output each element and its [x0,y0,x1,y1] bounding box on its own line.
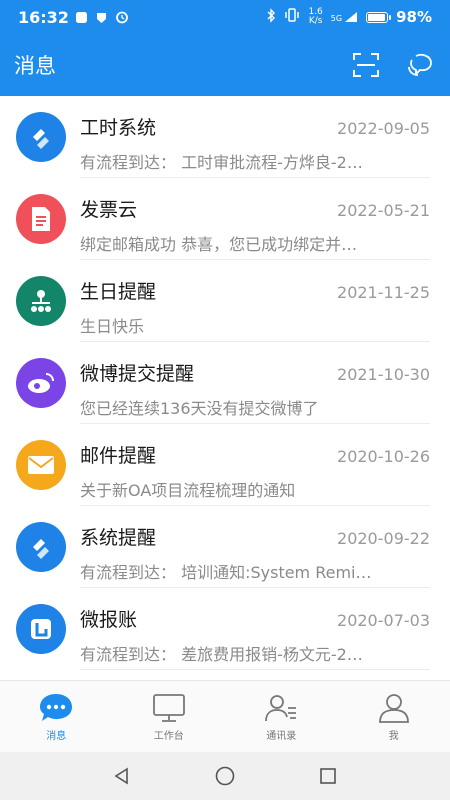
system-nav-bar [0,752,450,800]
contacts-icon [265,694,297,721]
avatar [16,604,66,654]
message-date: 2021-11-25 [337,283,430,302]
network-speed: 1.6 K/s [308,8,322,26]
avatar [16,358,66,408]
message-item-expense[interactable]: 微报账 2020-07-03 有流程到达： 差旅费用报销-杨文元-2… [0,588,450,670]
message-list: 工时系统 2022-09-05 有流程到达： 工时审批流程-方烨良-2… 发票云… [0,96,450,680]
recents-square-icon [320,768,337,784]
signal-label: 5G [330,14,343,23]
avatar [16,112,66,162]
status-bar: 16:32 1.6 K/s 5G 98% [0,0,450,34]
tab-workbench[interactable]: 工作台 [113,681,226,752]
back-triangle-icon [114,767,128,785]
weibo-icon [28,373,54,393]
workflow-icon [33,539,49,559]
message-date: 2020-09-22 [337,529,430,548]
avatar [16,440,66,490]
battery-level [368,13,386,21]
profile-icon [378,693,409,723]
signal-icon: 5G [331,11,358,23]
message-item-mail[interactable]: 邮件提醒 2020-10-26 关于新OA项目流程梳理的通知 [0,424,450,506]
message-preview: 有流程到达： 培训通知:System Remi… [80,563,372,582]
message-title: 生日提醒 [80,281,157,303]
page-title: 消息 [14,54,56,78]
tab-label: 工作台 [153,730,184,742]
chat-button[interactable] [404,49,436,81]
message-preview: 您已经连续136天没有提交微博了 [80,399,319,418]
scan-icon [353,53,379,77]
message-preview-text: 差旅费用报销-杨文元-2… [181,645,363,664]
nav-home-button[interactable] [205,756,245,796]
message-date: 2022-09-05 [337,119,430,138]
scan-button[interactable] [350,49,382,81]
chat-bubble-icon [408,53,432,77]
message-date: 2020-10-26 [337,447,430,466]
message-date: 2021-10-30 [337,365,430,384]
nav-back-button[interactable] [102,756,142,796]
notification-shield-icon [75,10,89,24]
alarm-icon [115,10,129,24]
nav-recents-button[interactable] [308,756,348,796]
message-preview-prefix: 有流程到达： [80,645,182,664]
message-title: 邮件提醒 [80,445,157,467]
battery-icon [366,11,392,23]
battery-percent: 98% [396,8,432,26]
message-date: 2020-07-03 [337,611,430,630]
message-title: 微报账 [80,609,138,631]
tab-me[interactable]: 我 [338,681,450,752]
network-speed-unit: K/s [308,16,323,26]
message-item-invoice[interactable]: 发票云 2022-05-21 绑定邮箱成功 恭喜，您已成功绑定并… [0,178,450,260]
message-item-weibo[interactable]: 微博提交提醒 2021-10-30 您已经连续136天没有提交微博了 [0,342,450,424]
invoice-icon [32,207,50,231]
message-icon [40,693,73,721]
message-item-workhours[interactable]: 工时系统 2022-09-05 有流程到达： 工时审批流程-方烨良-2… [0,96,450,178]
message-preview: 绑定邮箱成功 恭喜，您已成功绑定并… [80,235,358,254]
workbench-icon [152,693,185,722]
expense-icon [31,619,51,639]
bluetooth-icon [266,7,276,27]
tab-label: 消息 [46,730,67,742]
bottom-tab-bar: 消息 工作台 通讯录 我 [0,680,450,752]
message-item-system[interactable]: 系统提醒 2020-09-22 有流程到达： 培训通知:System Remi… [0,506,450,588]
message-preview: 关于新OA项目流程梳理的通知 [80,481,296,500]
tab-contacts[interactable]: 通讯录 [225,681,338,752]
tab-label: 通讯录 [266,730,297,742]
mail-icon [28,456,54,474]
workflow-icon [33,129,49,149]
message-preview: 生日快乐 [80,317,145,336]
avatar [16,522,66,572]
home-circle-icon [215,766,235,786]
message-preview: 有流程到达： 差旅费用报销-杨文元-2… [80,641,392,665]
avatar [16,276,66,326]
message-date: 2022-05-21 [337,201,430,220]
tab-messages[interactable]: 消息 [0,681,113,752]
tab-label: 我 [388,730,399,742]
message-title: 系统提醒 [80,527,157,549]
avatar [16,194,66,244]
message-title: 发票云 [80,199,138,221]
app-header: 消息 [0,34,450,96]
message-preview: 有流程到达： 工时审批流程-方烨良-2… [80,153,363,172]
message-item-birthday[interactable]: 生日提醒 2021-11-25 生日快乐 [0,260,450,342]
message-title: 工时系统 [80,117,157,139]
birthday-icon [31,290,51,312]
vibrate-icon [284,8,300,26]
status-time: 16:32 [18,7,69,27]
message-title: 微博提交提醒 [80,363,195,385]
notification-bug-icon [95,10,109,24]
